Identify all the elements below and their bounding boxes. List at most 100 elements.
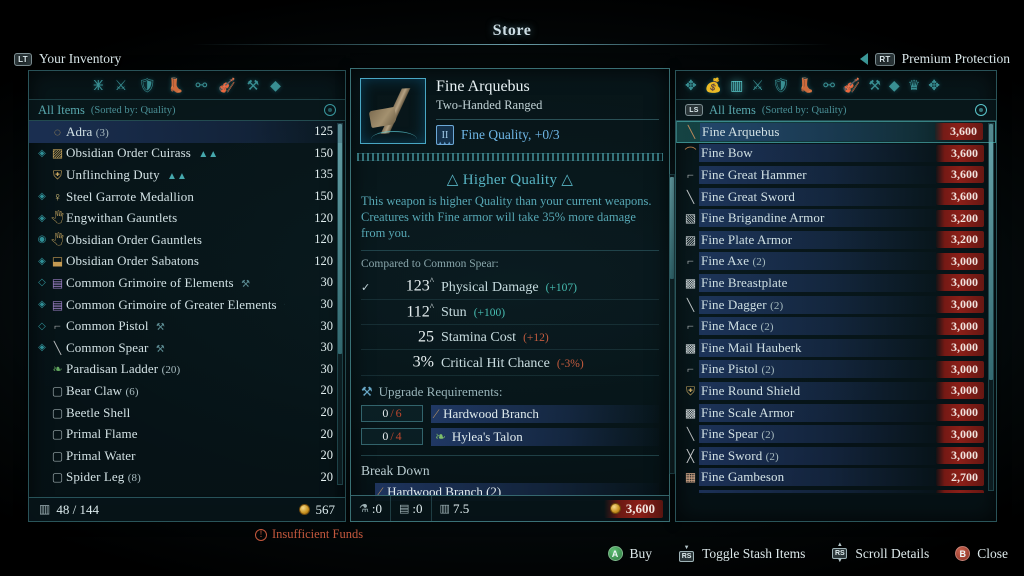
inventory-sort-label: All Items — [38, 102, 85, 117]
store-row[interactable]: ╲ Fine Great Sword 3,600 — [676, 186, 996, 208]
ring-icon[interactable]: ⚯ — [195, 79, 207, 94]
store-row[interactable]: ⌐ Fine Axe (2) 3,000 — [676, 251, 996, 273]
your-inventory-label: Your Inventory — [39, 51, 122, 66]
inventory-sort-bar[interactable]: All Items (Sorted by: Quality) — [29, 99, 345, 121]
crate-icon[interactable]: ▥ — [730, 79, 743, 94]
boots-icon[interactable]: 👢 — [167, 79, 184, 94]
store-row[interactable]: ▩ Fine Mail Hauberk 3,000 — [676, 337, 996, 359]
item-detail-panel: Fine Arquebus Two-Handed Ranged II Fine … — [350, 68, 675, 522]
instrument-icon[interactable]: 🎻 — [218, 79, 235, 94]
item-name: Fine Leather Cuirass — [699, 489, 936, 493]
crossed-weapons-icon[interactable]: ⚔ — [751, 79, 764, 94]
action-buy[interactable]: A Buy — [607, 546, 652, 562]
item-price: 2,700 — [936, 468, 984, 486]
weight-icon: ▥ — [439, 503, 450, 515]
store-row[interactable]: ╳ Fine Sword (2) 3,000 — [676, 445, 996, 467]
higher-quality-label: Higher Quality — [462, 172, 558, 189]
item-price: 3,600 — [936, 144, 984, 162]
inventory-row[interactable]: ▢ Primal Flame 20 — [29, 423, 345, 445]
item-quantity: (3) — [95, 126, 109, 139]
inventory-row[interactable]: ⛨ Unflinching Duty ▲▲ 135 — [29, 164, 345, 186]
action-close[interactable]: B Close — [955, 546, 1008, 562]
inventory-row[interactable]: ▢ Bear Claw (6) 20 — [29, 380, 345, 402]
store-panel: ✥ 💰 ▥ ⚔ 🛡 👢 ⚯ 🎻 ⚒ ◆ ♛ ✥ LS All Items (So… — [675, 70, 997, 522]
action-toggle-stash-items[interactable]: ▼ RS Toggle Stash Items — [678, 545, 805, 562]
inventory-row[interactable]: ◈ ▤Common Grimoire of Greater Elements ⚒ 3… — [29, 294, 345, 316]
ring-icon[interactable]: ⚯ — [823, 79, 835, 94]
inventory-row[interactable]: ◇ ⌐ Common Pistol ⚒ 30 — [29, 315, 345, 337]
inventory-row[interactable]: ◈ ╲ Common Spear ⚒ 30 — [29, 337, 345, 359]
all-icon[interactable]: ✥ — [685, 79, 697, 94]
gear-icon[interactable] — [324, 104, 336, 116]
boots-icon[interactable]: 👢 — [798, 79, 815, 94]
item-price: 20 — [320, 405, 334, 420]
item-price: 135 — [314, 167, 333, 182]
store-row[interactable]: ⌐ Fine Mace (2) 3,000 — [676, 315, 996, 337]
detail-scroll-area[interactable]: △ Higher Quality △ This weapon is higher… — [351, 170, 675, 501]
store-row[interactable]: ╲ Fine Dagger (2) 3,000 — [676, 294, 996, 316]
item-name: Fine Round Shield — [699, 381, 936, 400]
inventory-row[interactable]: ◈ 🖑 Engwithan Gauntlets 120 — [29, 207, 345, 229]
store-row[interactable]: ⌐ Fine Pistol (2) 3,000 — [676, 359, 996, 381]
store-sort-bar[interactable]: LS All Items (Sorted by: Quality) — [676, 99, 996, 121]
item-price: 3,000 — [936, 252, 984, 270]
gem-icon[interactable]: ◆ — [889, 79, 900, 94]
inventory-row[interactable]: ▢ Beetle Shell 20 — [29, 402, 345, 424]
coin-bag-icon[interactable]: 💰 — [705, 79, 722, 94]
store-row[interactable]: ▦ Fine Gambeson 2,700 — [676, 467, 996, 489]
store-row[interactable]: ╲ Fine Arquebus 3,600 — [676, 121, 996, 143]
store-filter-bar[interactable]: ✥ 💰 ▥ ⚔ 🛡 👢 ⚯ 🎻 ⚒ ◆ ♛ ✥ — [676, 71, 996, 99]
store-row[interactable]: ▩ Fine Breastplate 3,000 — [676, 272, 996, 294]
store-row[interactable]: ▧ Fine Brigandine Armor 3,200 — [676, 207, 996, 229]
store-row[interactable]: ⌒ Fine Bow 3,600 — [676, 143, 996, 165]
item-quantity: (2) — [760, 321, 774, 334]
gem-icon[interactable]: ◆ — [270, 79, 281, 94]
anvil-icon[interactable]: ⚒ — [868, 79, 881, 94]
inventory-row[interactable]: ◈ ▨ Obsidian Order Cuirass ▲▲ 150 — [29, 143, 345, 165]
triangle-left-icon — [860, 53, 869, 65]
store-row[interactable]: ▩ Fine Scale Armor 3,000 — [676, 402, 996, 424]
item-name: Fine Brigandine Armor — [699, 209, 936, 228]
inventory-panel: 🜹 ⚔ 🛡 👢 ⚯ 🎻 ⚒ ◆ All Items (Sorted by: Qu… — [28, 70, 346, 522]
misc-icon[interactable]: ✥ — [928, 79, 940, 94]
inventory-item-list[interactable]: ◌ Adra (3) 125 ◈ ▨ Obsidian Order Cuirass ▲▲ 1… — [29, 121, 345, 487]
store-row[interactable]: ⛨ Fine Round Shield 3,000 — [676, 380, 996, 402]
item-status-mark: ◇ — [38, 277, 46, 289]
store-row[interactable]: ╲ Fine Spear (2) 3,000 — [676, 423, 996, 445]
store-row[interactable]: ▨ Fine Plate Armor 3,200 — [676, 229, 996, 251]
store-sort-criteria: (Sorted by: Quality) — [761, 104, 847, 116]
item-quantity: (20) — [161, 364, 181, 377]
item-weight: 7.5 — [452, 500, 470, 516]
triangle-right-marker: △ — [561, 172, 574, 189]
anvil-icon[interactable]: ⚒ — [247, 79, 260, 94]
instrument-icon[interactable]: 🎻 — [843, 79, 860, 94]
inventory-row[interactable]: ◇ ▤ Common Grimoire of Elements ⚒ 30 — [29, 272, 345, 294]
inventory-row[interactable]: ❧ Paradisan Ladder (20) 30 — [29, 359, 345, 381]
item-price: 30 — [320, 340, 334, 355]
pistol-icon: ⌐ — [54, 319, 61, 334]
crossed-weapons-icon[interactable]: ⚔ — [115, 79, 128, 94]
inventory-row[interactable]: ◈ ⬓ Obsidian Order Sabatons 120 — [29, 251, 345, 273]
store-row[interactable]: ▦Fine Leather Cuirass2,700 — [676, 488, 996, 493]
arquebus-icon: ╲ — [687, 124, 696, 139]
premium-protection-label: Premium Protection — [901, 51, 1010, 66]
higher-quality-title: △ Higher Quality △ — [361, 170, 659, 189]
title-divider — [192, 44, 832, 45]
crown-icon[interactable]: ♛ — [908, 79, 921, 94]
ingredient-icon: ▢ — [51, 383, 64, 398]
store-row[interactable]: ⌐ Fine Great Hammer 3,600 — [676, 164, 996, 186]
gear-icon[interactable] — [975, 104, 987, 116]
inventory-filter-bar[interactable]: 🜹 ⚔ 🛡 👢 ⚯ 🎻 ⚒ ◆ — [29, 71, 345, 99]
item-name: Fine Sword (2) — [699, 446, 936, 465]
inventory-row[interactable]: ◉ 🖑 Obsidian Order Gauntlets 120 — [29, 229, 345, 251]
armor-icon[interactable]: 🛡 — [138, 79, 156, 94]
action-scroll-details[interactable]: ▲ RS ▼ Scroll Details — [831, 542, 929, 564]
inventory-row[interactable]: ◌ Adra (3) 125 — [29, 121, 345, 143]
item-status-mark: ◈ — [38, 299, 46, 311]
inventory-row[interactable]: ▢ Primal Water 20 — [29, 445, 345, 467]
store-item-list[interactable]: ╲ Fine Arquebus 3,600 ⌒ Fine Bow 3,600 ⌐ Fine G… — [676, 121, 996, 493]
armor-icon[interactable]: 🛡 — [772, 79, 790, 94]
inventory-row[interactable]: ▢ Spider Leg (8) 20 — [29, 467, 345, 488]
inventory-row[interactable]: ◈ ♀ Steel Garrote Medallion 150 — [29, 186, 345, 208]
loot-bag-icon[interactable]: 🜹 — [93, 79, 104, 94]
